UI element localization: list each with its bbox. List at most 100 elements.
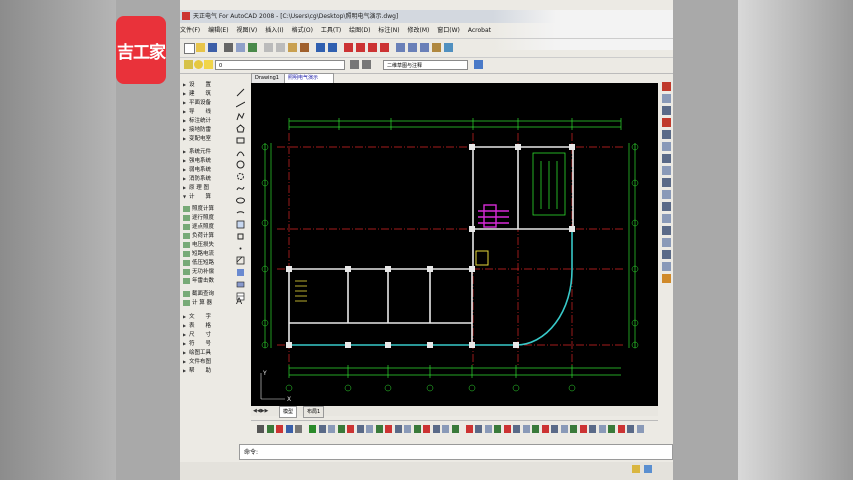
fillet-icon[interactable] — [662, 262, 671, 271]
layer-manager-icon[interactable] — [184, 60, 193, 69]
move-icon[interactable] — [662, 142, 671, 151]
menu-dimension[interactable]: 标注(N) — [378, 27, 399, 34]
stretch-icon[interactable] — [662, 178, 671, 187]
polyline-icon[interactable] — [236, 106, 245, 121]
menu-file[interactable]: 文件(F) — [180, 27, 200, 34]
new-file-icon[interactable] — [184, 43, 195, 54]
tangent-tool-icon[interactable] — [328, 425, 335, 433]
menu-window[interactable]: 窗口(W) — [437, 27, 460, 34]
undo-icon[interactable] — [316, 43, 325, 52]
join-icon[interactable] — [662, 238, 671, 247]
zoom-realtime-icon[interactable] — [356, 43, 365, 52]
tangent-tool-icon[interactable] — [442, 425, 449, 433]
open-folder-icon[interactable] — [196, 43, 205, 52]
screen-menu-item[interactable]: 逐行照度 — [183, 214, 233, 223]
tangent-tool-icon[interactable] — [608, 425, 615, 433]
tangent-tool-icon[interactable] — [465, 425, 473, 433]
scale-icon[interactable] — [662, 166, 671, 175]
hatch-icon[interactable] — [236, 250, 245, 265]
screen-menu-item[interactable]: ▶ 建 筑 — [183, 89, 233, 98]
tangent-tool-icon[interactable] — [589, 425, 596, 433]
make-current-layer-icon[interactable] — [350, 60, 359, 69]
save-icon[interactable] — [208, 43, 217, 52]
screen-menu-item[interactable]: ▶ 帮 助 — [183, 366, 233, 375]
tangent-tool-icon[interactable] — [541, 425, 549, 433]
workspace-settings-icon[interactable] — [474, 60, 483, 69]
screen-menu-item[interactable]: ▶ 尺 寸 — [183, 330, 233, 339]
menu-edit[interactable]: 编辑(E) — [208, 27, 228, 34]
array-icon[interactable] — [662, 130, 671, 139]
tangent-tool-icon[interactable] — [560, 425, 568, 433]
screen-menu-item[interactable]: 无功补偿 — [183, 268, 233, 277]
status-tray-icon[interactable] — [632, 465, 640, 473]
tangent-tool-icon[interactable] — [627, 425, 634, 433]
explode-icon[interactable] — [662, 274, 671, 283]
design-center-icon[interactable] — [408, 43, 417, 52]
menu-draw[interactable]: 绘图(D) — [349, 27, 370, 34]
tangent-tool-icon[interactable] — [375, 425, 383, 433]
screen-menu-item[interactable]: ▶ 文 字 — [183, 312, 233, 321]
menu-acrobat[interactable]: Acrobat — [468, 27, 491, 34]
screen-menu-item[interactable]: ▶ 表 格 — [183, 321, 233, 330]
tangent-tool-icon[interactable] — [337, 425, 345, 433]
tangent-tool-icon[interactable] — [451, 425, 459, 433]
tangent-tool-icon[interactable] — [257, 425, 264, 433]
tangent-tool-icon[interactable] — [503, 425, 511, 433]
screen-menu-item[interactable]: ▼ 计 算 — [183, 192, 233, 201]
tangent-tool-icon[interactable] — [413, 425, 421, 433]
gradient-icon[interactable] — [236, 262, 245, 276]
screen-menu-item[interactable]: ▶ 标注统计 — [183, 116, 233, 125]
screen-menu-item[interactable]: 负荷计算 — [183, 232, 233, 241]
screen-menu-item[interactable]: 短路电流 — [183, 250, 233, 259]
ellipse-arc-icon[interactable] — [236, 202, 245, 214]
tangent-tool-icon[interactable] — [570, 425, 577, 433]
tangent-tool-icon[interactable] — [385, 425, 392, 433]
tangent-tool-icon[interactable] — [404, 425, 411, 433]
redo-icon[interactable] — [328, 43, 337, 52]
tangent-tool-icon[interactable] — [318, 425, 326, 433]
break-icon[interactable] — [662, 226, 671, 235]
plot-preview-icon[interactable] — [236, 43, 245, 52]
rotate-icon[interactable] — [662, 154, 671, 163]
tangent-tool-icon[interactable] — [432, 425, 440, 433]
layer-select[interactable]: 0 — [215, 60, 345, 70]
circle-icon[interactable] — [236, 154, 245, 169]
screen-menu-item[interactable]: 低压短路 — [183, 259, 233, 268]
tangent-tool-icon[interactable] — [366, 425, 373, 433]
mirror-icon[interactable] — [662, 106, 671, 115]
menu-view[interactable]: 视图(V) — [236, 27, 257, 34]
workspace-select[interactable]: 二维草图与注释 — [383, 60, 468, 70]
drawing-canvas[interactable]: Y X — [251, 83, 658, 406]
tangent-tool-icon[interactable] — [356, 425, 364, 433]
screen-menu-item[interactable]: ▶ 绘图工具 — [183, 348, 233, 357]
tangent-tool-icon[interactable] — [475, 425, 482, 433]
screen-menu-item[interactable]: 计 算 器 — [183, 299, 233, 308]
tangent-tool-icon[interactable] — [423, 425, 430, 433]
tab-nav-arrows[interactable]: ◀◀▶▶ — [253, 406, 268, 416]
tangent-tool-icon[interactable] — [295, 425, 302, 433]
zoom-previous-icon[interactable] — [380, 43, 389, 52]
layer-on-icon[interactable] — [194, 60, 203, 69]
extend-icon[interactable] — [662, 202, 671, 211]
ellipse-icon[interactable] — [236, 190, 245, 204]
tangent-tool-icon[interactable] — [532, 425, 539, 433]
match-properties-icon[interactable] — [300, 43, 309, 52]
screen-menu-item[interactable]: 照度计算 — [183, 205, 233, 214]
screen-menu-item[interactable]: ▶ 符 号 — [183, 339, 233, 348]
chamfer-icon[interactable] — [662, 250, 671, 259]
screen-menu-item[interactable]: ▶ 弱电系统 — [183, 165, 233, 174]
properties-icon[interactable] — [396, 43, 405, 52]
tangent-tool-icon[interactable] — [484, 425, 492, 433]
screen-menu-item[interactable]: 截面查询 — [183, 290, 233, 299]
insert-block-icon[interactable] — [236, 214, 245, 229]
screen-menu-item[interactable]: ▶ 设 置 — [183, 80, 233, 89]
trim-icon[interactable] — [662, 190, 671, 199]
status-tray-icon[interactable] — [644, 465, 652, 473]
paste-icon[interactable] — [288, 43, 297, 52]
tangent-tool-icon[interactable] — [617, 425, 625, 433]
revision-cloud-icon[interactable] — [236, 166, 245, 180]
tangent-tool-icon[interactable] — [513, 425, 520, 433]
screen-menu-item[interactable]: ▶ 文件布图 — [183, 357, 233, 366]
tangent-tool-icon[interactable] — [394, 425, 402, 433]
tangent-tool-icon[interactable] — [494, 425, 501, 433]
